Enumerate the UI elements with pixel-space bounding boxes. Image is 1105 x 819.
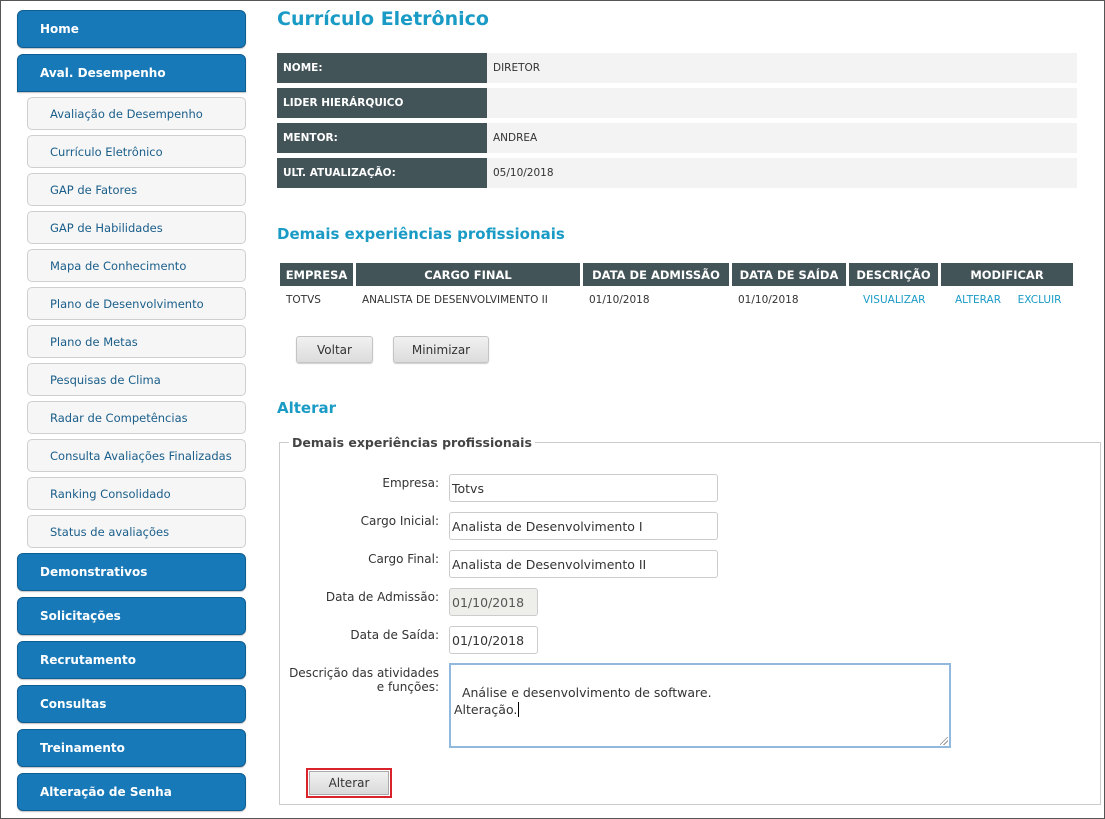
data-admissao-label: Data de Admissão: — [325, 590, 439, 604]
nav-alteracao-senha[interactable]: Alteração de Senha — [17, 773, 246, 811]
cargo-final-input[interactable]: Analista de Desenvolvimento II — [449, 550, 718, 578]
nav-sub-consulta-avaliacoes[interactable]: Consulta Avaliações Finalizadas — [27, 439, 246, 472]
cargo-final-label: Cargo Final: — [368, 552, 439, 566]
cell-descricao: VISUALIZAR — [849, 286, 938, 314]
info-label: ULT. ATUALIZAÇÃO: — [277, 158, 487, 188]
nav-sub-pesquisas-clima[interactable]: Pesquisas de Clima — [27, 363, 246, 396]
descricao-label: Descrição das atividades e funções: — [259, 666, 439, 694]
info-row-nome: NOME: DIRETOR — [277, 53, 1077, 83]
info-value: DIRETOR — [487, 53, 1077, 83]
nav-recrutamento[interactable]: Recrutamento — [17, 641, 246, 679]
cargo-inicial-label: Cargo Inicial: — [360, 514, 439, 528]
info-label: LIDER HIERÁRQUICO — [277, 88, 487, 118]
nav-sub-plano-desenvolvimento[interactable]: Plano de Desenvolvimento — [27, 287, 246, 320]
data-saida-label: Data de Saída: — [350, 628, 439, 642]
employee-info: NOME: DIRETOR LIDER HIERÁRQUICO MENTOR: … — [277, 53, 1077, 193]
descricao-textarea[interactable]: Análise e desenvolvimento de software. A… — [449, 663, 951, 748]
text-cursor — [518, 702, 520, 717]
sidebar-nav: Home Aval. Desempenho Avaliação de Desem… — [17, 10, 246, 817]
nav-sub-gap-fatores[interactable]: GAP de Fatores — [27, 173, 246, 206]
page-title: Currículo Eletrônico — [277, 8, 489, 30]
cell-modificar: ALTERAR EXCLUIR — [941, 286, 1073, 314]
info-value — [487, 88, 1077, 118]
info-row-ult-atualizacao: ULT. ATUALIZAÇÃO: 05/10/2018 — [277, 158, 1077, 188]
nav-sub-gap-habilidades[interactable]: GAP de Habilidades — [27, 211, 246, 244]
empresa-label: Empresa: — [382, 476, 439, 490]
data-admissao-input: 01/10/2018 — [449, 588, 538, 616]
nav-sub-mapa-conhecimento[interactable]: Mapa de Conhecimento — [27, 249, 246, 282]
cell-saida: 01/10/2018 — [738, 294, 799, 306]
nav-aval-desempenho[interactable]: Aval. Desempenho — [17, 54, 246, 92]
col-header-data-saida: DATA DE SAÍDA — [732, 263, 846, 286]
alterar-link[interactable]: ALTERAR — [955, 294, 1001, 306]
col-header-cargo-final: CARGO FINAL — [356, 263, 580, 286]
col-header-modificar: MODIFICAR — [941, 263, 1073, 286]
info-row-mentor: MENTOR: ANDREA — [277, 123, 1077, 153]
info-value: ANDREA — [487, 123, 1077, 153]
descricao-label-line2: e funções: — [376, 680, 439, 694]
form-legend: Demais experiências profissionais — [292, 435, 532, 450]
experiences-title: Demais experiências profissionais — [277, 225, 565, 243]
cell-empresa: TOTVS — [286, 294, 321, 306]
col-header-empresa: EMPRESA — [280, 263, 353, 286]
info-value: 05/10/2018 — [487, 158, 1077, 188]
minimize-button[interactable]: Minimizar — [393, 336, 489, 363]
col-header-data-admissao: DATA DE ADMISSÃO — [583, 263, 729, 286]
info-label: MENTOR: — [277, 123, 487, 153]
experiences-table: EMPRESA CARGO FINAL DATA DE ADMISSÃO DAT… — [277, 263, 1076, 314]
col-header-descricao: DESCRIÇÃO — [849, 263, 938, 286]
nav-sub-ranking-consolidado[interactable]: Ranking Consolidado — [27, 477, 246, 510]
back-button[interactable]: Voltar — [296, 336, 373, 363]
nav-solicitacoes[interactable]: Solicitações — [17, 597, 246, 635]
cargo-inicial-input[interactable]: Analista de Desenvolvimento I — [449, 512, 718, 540]
nav-treinamento[interactable]: Treinamento — [17, 729, 246, 767]
nav-consultas[interactable]: Consultas — [17, 685, 246, 723]
excluir-link[interactable]: EXCLUIR — [1018, 294, 1062, 306]
empresa-input[interactable]: Totvs — [449, 474, 718, 502]
cell-admissao: 01/10/2018 — [589, 294, 650, 306]
descricao-label-line1: Descrição das atividades — [289, 666, 439, 680]
table-row: TOTVS ANALISTA DE DESENVOLVIMENTO II 01/… — [280, 286, 1073, 314]
nav-sub-avaliacao-desempenho[interactable]: Avaliação de Desempenho — [27, 97, 246, 130]
nav-demonstrativos[interactable]: Demonstrativos — [17, 553, 246, 591]
nav-sub-radar-competencias[interactable]: Radar de Competências — [27, 401, 246, 434]
cell-cargo-final: ANALISTA DE DESENVOLVIMENTO II — [362, 294, 548, 306]
visualizar-link[interactable]: VISUALIZAR — [863, 294, 925, 306]
nav-sub-curriculo-eletronico[interactable]: Currículo Eletrônico — [27, 135, 246, 168]
data-saida-input[interactable]: 01/10/2018 — [449, 626, 538, 654]
info-row-lider: LIDER HIERÁRQUICO — [277, 88, 1077, 118]
edit-section-title: Alterar — [277, 399, 337, 417]
nav-home[interactable]: Home — [17, 10, 246, 48]
info-label: NOME: — [277, 53, 487, 83]
alterar-submit-button[interactable]: Alterar — [309, 771, 389, 795]
descricao-text: Análise e desenvolvimento de software. A… — [454, 685, 712, 717]
resize-handle-icon[interactable] — [940, 737, 948, 745]
nav-sub-status-avaliacoes[interactable]: Status de avaliações — [27, 515, 246, 548]
nav-sub-plano-metas[interactable]: Plano de Metas — [27, 325, 246, 358]
alterar-submit-highlight: Alterar — [306, 768, 392, 798]
